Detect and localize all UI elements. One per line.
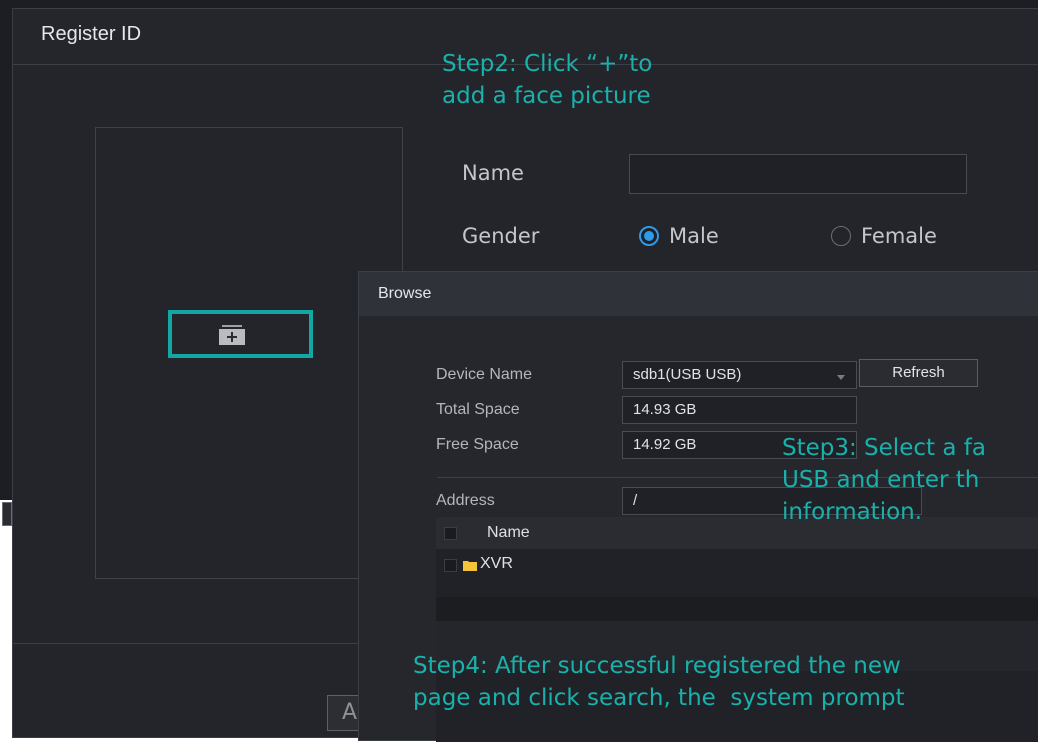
radio-male[interactable] xyxy=(639,226,659,246)
name-label: Name xyxy=(462,161,524,185)
register-footer-button-label: A xyxy=(342,700,358,725)
background-stub xyxy=(2,502,12,526)
annotation-step3: Step3: Select a fa USB and enter th info… xyxy=(782,435,986,525)
add-image-icon[interactable] xyxy=(219,325,245,345)
window-title: Register ID xyxy=(41,23,142,45)
radio-female[interactable] xyxy=(831,226,851,246)
column-header-name: Name xyxy=(487,524,530,541)
chevron-down-icon[interactable] xyxy=(837,375,845,380)
annotation-step2: Step2: Click “+”to add a face picture xyxy=(442,51,653,109)
list-item[interactable]: XVR xyxy=(436,549,1038,579)
radio-male-label: Male xyxy=(669,224,719,248)
gender-label: Gender xyxy=(462,224,540,248)
total-space-value: 14.93 GB xyxy=(622,396,857,424)
select-all-checkbox[interactable] xyxy=(444,527,457,540)
device-name-select[interactable]: sdb1(USB USB) xyxy=(622,361,857,389)
background-window-top xyxy=(610,0,1038,8)
file-list-empty-row xyxy=(436,597,1038,621)
item-name: XVR xyxy=(480,555,513,572)
radio-female-label: Female xyxy=(861,224,937,248)
folder-icon xyxy=(463,561,477,571)
item-checkbox[interactable] xyxy=(444,559,457,572)
browse-title: Browse xyxy=(378,285,432,302)
free-space-label: Free Space xyxy=(436,436,519,453)
background-edge xyxy=(0,500,12,723)
refresh-button[interactable]: Refresh xyxy=(859,359,978,387)
address-label: Address xyxy=(436,492,495,509)
device-name-label: Device Name xyxy=(436,366,533,383)
browse-titlebar: Browse xyxy=(359,272,1038,316)
annotation-step4: Step4: After successful registered the n… xyxy=(413,653,905,711)
name-input[interactable] xyxy=(629,154,967,194)
total-space-label: Total Space xyxy=(436,401,520,418)
